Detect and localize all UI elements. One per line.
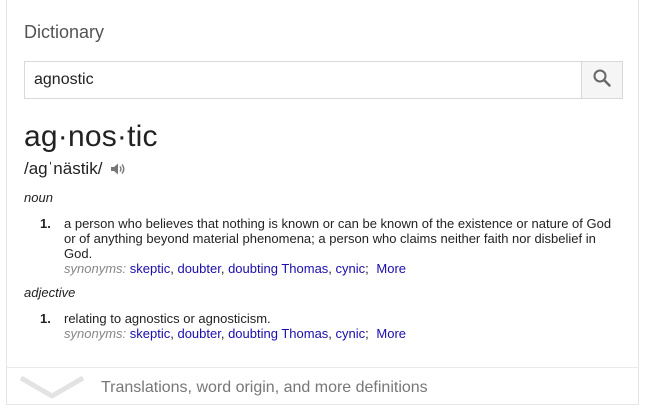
speaker-icon[interactable] xyxy=(110,162,126,176)
synonym-link[interactable]: skeptic xyxy=(130,261,170,276)
search-input[interactable] xyxy=(25,62,602,98)
part-of-speech-adjective: adjective xyxy=(24,285,76,300)
synonym-link[interactable]: doubter xyxy=(177,261,220,276)
definition-text: relating to agnostics or agnosticism. xyxy=(64,311,271,326)
headword: ag·nos·tic xyxy=(24,120,158,153)
more-synonyms-link[interactable]: More xyxy=(376,326,406,341)
dictionary-card: Dictionary ag·nos·tic /agˈnästik/ noun 1… xyxy=(6,0,639,405)
search-box xyxy=(24,61,623,99)
pronunciation: /agˈnästik/ xyxy=(24,159,103,178)
sense-number: 1. xyxy=(40,216,51,231)
synonym-link[interactable]: doubting Thomas xyxy=(228,261,328,276)
synonyms-row: synonyms: skeptic, doubter, doubting Tho… xyxy=(64,261,407,276)
synonyms-row: synonyms: skeptic, doubter, doubting Tho… xyxy=(64,326,407,341)
pronunciation-row: /agˈnästik/ xyxy=(24,159,126,179)
chevron-down-icon xyxy=(19,374,85,405)
sense-number: 1. xyxy=(40,311,51,326)
more-synonyms-link[interactable]: More xyxy=(376,261,406,276)
more-definitions-expander[interactable]: Translations, word origin, and more defi… xyxy=(7,367,638,405)
synonyms-label: synonyms: xyxy=(64,326,127,341)
definition-text: a person who believes that nothing is kn… xyxy=(64,216,612,261)
synonym-link[interactable]: cynic xyxy=(336,326,366,341)
synonym-link[interactable]: skeptic xyxy=(130,326,170,341)
search-button[interactable] xyxy=(581,62,622,98)
synonym-link[interactable]: doubter xyxy=(177,326,220,341)
card-title: Dictionary xyxy=(24,22,105,42)
synonyms-label: synonyms: xyxy=(64,261,127,276)
search-icon xyxy=(592,68,612,93)
sense-adjective-1: 1. relating to agnostics or agnosticism.… xyxy=(40,311,615,341)
synonym-link[interactable]: cynic xyxy=(336,261,366,276)
sense-noun-1: 1. a person who believes that nothing is… xyxy=(40,216,615,276)
more-definitions-label: Translations, word origin, and more defi… xyxy=(101,379,428,396)
part-of-speech-noun: noun xyxy=(24,190,53,205)
synonym-link[interactable]: doubting Thomas xyxy=(228,326,328,341)
